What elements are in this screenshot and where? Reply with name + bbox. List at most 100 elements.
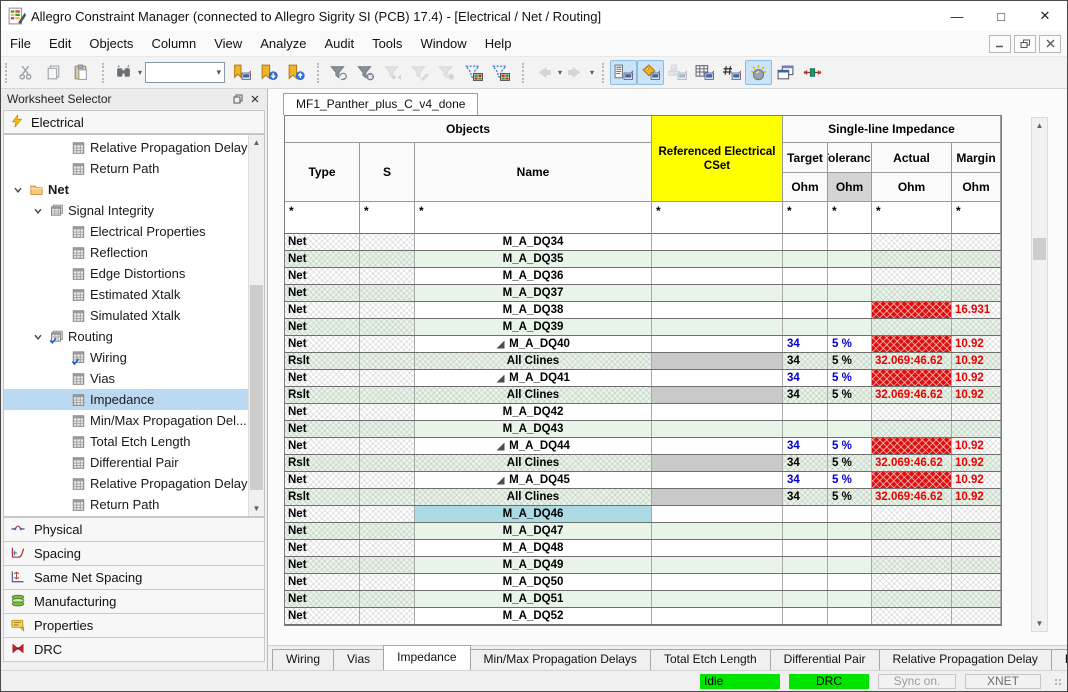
mdi-restore-button[interactable]: [1014, 35, 1036, 53]
cell-tolerance[interactable]: [828, 268, 872, 284]
nav-forward-icon[interactable]: [562, 60, 589, 85]
tree-scroll-thumb[interactable]: [250, 285, 263, 490]
cell-margin[interactable]: [952, 421, 1001, 437]
cell-s[interactable]: [360, 506, 415, 522]
cell-actual[interactable]: [872, 506, 952, 522]
tree-item-min-max-propagation-del-[interactable]: Min/Max Propagation Del...: [4, 410, 248, 431]
cell-tolerance[interactable]: [828, 302, 872, 318]
nav-back-icon[interactable]: [530, 60, 557, 85]
menu-help[interactable]: Help: [476, 31, 521, 56]
cell-type[interactable]: Net: [285, 319, 360, 335]
cell-tolerance[interactable]: [828, 319, 872, 335]
cell-tolerance[interactable]: [828, 591, 872, 607]
cell-s[interactable]: [360, 489, 415, 505]
cell-tolerance[interactable]: 5 %: [828, 387, 872, 403]
filter-clear-icon[interactable]: [352, 60, 379, 85]
cell-margin[interactable]: 10.92: [952, 438, 1001, 454]
cell-s[interactable]: [360, 387, 415, 403]
cell-margin[interactable]: 10.92: [952, 472, 1001, 488]
cell-margin[interactable]: 10.92: [952, 489, 1001, 505]
tree-item-signal-integrity[interactable]: Signal Integrity: [4, 200, 248, 221]
cell-actual[interactable]: [872, 319, 952, 335]
cell-target[interactable]: [783, 540, 828, 556]
worksheet-tab-wiring[interactable]: Wiring: [272, 649, 334, 670]
filter-name[interactable]: *: [415, 202, 652, 234]
cell-name[interactable]: All Clines: [415, 387, 652, 403]
cell-type[interactable]: Net: [285, 268, 360, 284]
cell-actual[interactable]: 32.069:46.62: [872, 455, 952, 471]
domain-spacing-button[interactable]: Spacing: [3, 541, 265, 566]
worksheet-tab-impedance[interactable]: Impedance: [383, 645, 470, 670]
cell-tolerance[interactable]: 5 %: [828, 353, 872, 369]
domain-manufacturing-button[interactable]: Manufacturing: [3, 589, 265, 614]
cell-margin[interactable]: [952, 404, 1001, 420]
cell-s[interactable]: [360, 370, 415, 386]
filter-s[interactable]: *: [360, 202, 415, 234]
expand-marker-icon[interactable]: [496, 442, 505, 451]
domain-properties-button[interactable]: Properties: [3, 613, 265, 638]
cell-type[interactable]: Net: [285, 234, 360, 250]
cell-type[interactable]: Rslt: [285, 489, 360, 505]
cell-margin[interactable]: [952, 319, 1001, 335]
cell-actual[interactable]: [872, 540, 952, 556]
cell-target[interactable]: [783, 574, 828, 590]
cell-target[interactable]: [783, 506, 828, 522]
cell-margin[interactable]: 16.931: [952, 302, 1001, 318]
cell-margin[interactable]: [952, 557, 1001, 573]
filter-fail-icon[interactable]: [487, 60, 514, 85]
cell-s[interactable]: [360, 574, 415, 590]
header-type[interactable]: Type: [285, 143, 360, 202]
cell-margin[interactable]: [952, 523, 1001, 539]
cell-name[interactable]: M_A_DQ43: [415, 421, 652, 437]
cell-target[interactable]: [783, 234, 828, 250]
find-icon[interactable]: [110, 60, 137, 85]
worksheet-tab-differential-pair[interactable]: Differential Pair: [770, 649, 880, 670]
header-single-line-impedance-group[interactable]: Single-line Impedance: [783, 116, 1001, 143]
cell-name[interactable]: M_A_DQ42: [415, 404, 652, 420]
cell-s[interactable]: [360, 319, 415, 335]
document-tab[interactable]: MF1_Panther_plus_C_v4_done: [283, 93, 478, 115]
filter-gear-icon[interactable]: [433, 60, 460, 85]
cell-name[interactable]: M_A_DQ47: [415, 523, 652, 539]
filter-actual[interactable]: *: [872, 202, 952, 234]
cell-name[interactable]: M_A_DQ38: [415, 302, 652, 318]
cell-margin[interactable]: [952, 540, 1001, 556]
menu-view[interactable]: View: [205, 31, 251, 56]
cell-margin[interactable]: 10.92: [952, 353, 1001, 369]
copy-icon[interactable]: [40, 60, 67, 85]
cell-s[interactable]: [360, 251, 415, 267]
cell-target[interactable]: [783, 404, 828, 420]
goto-worksheet-icon[interactable]: [228, 60, 255, 85]
header-referenced-cset[interactable]: Referenced Electrical CSet: [652, 116, 783, 202]
cell-target[interactable]: 34: [783, 370, 828, 386]
search-combobox[interactable]: ▾: [145, 62, 225, 83]
cell-name[interactable]: M_A_DQ35: [415, 251, 652, 267]
tree-item-simulated-xtalk[interactable]: Simulated Xtalk: [4, 305, 248, 326]
cell-referenced-cset[interactable]: [652, 353, 783, 369]
cell-s[interactable]: [360, 540, 415, 556]
cell-target[interactable]: [783, 319, 828, 335]
net-topology-icon[interactable]: [799, 60, 826, 85]
bookmark-prev-icon[interactable]: [282, 60, 309, 85]
cell-target[interactable]: 34: [783, 438, 828, 454]
cell-target[interactable]: [783, 285, 828, 301]
tree-item-reflection[interactable]: Reflection: [4, 242, 248, 263]
cell-type[interactable]: Net: [285, 472, 360, 488]
expand-marker-icon[interactable]: [496, 374, 505, 383]
cell-s[interactable]: [360, 234, 415, 250]
cell-referenced-cset[interactable]: [652, 370, 783, 386]
cell-s[interactable]: [360, 523, 415, 539]
cell-target[interactable]: [783, 523, 828, 539]
worksheet-tab-vias[interactable]: Vias: [333, 649, 384, 670]
cell-type[interactable]: Net: [285, 608, 360, 624]
cell-name[interactable]: M_A_DQ39: [415, 319, 652, 335]
tree-item-edge-distortions[interactable]: Edge Distortions: [4, 263, 248, 284]
toolbar-grip[interactable]: [522, 63, 527, 83]
cell-s[interactable]: [360, 336, 415, 352]
cell-type[interactable]: Net: [285, 540, 360, 556]
cell-referenced-cset[interactable]: [652, 608, 783, 624]
menu-edit[interactable]: Edit: [40, 31, 80, 56]
combo-caret-icon[interactable]: ▾: [216, 67, 224, 78]
cell-name[interactable]: M_A_DQ48: [415, 540, 652, 556]
cell-target[interactable]: [783, 251, 828, 267]
